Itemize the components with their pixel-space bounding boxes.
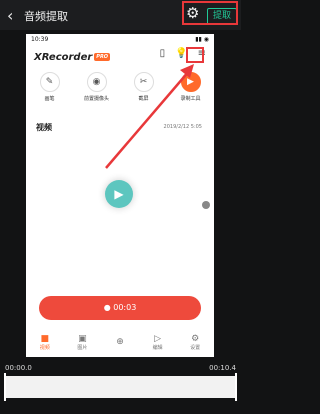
camera-icon: ◉ [86, 72, 107, 92]
record-time: 00:03 [113, 303, 137, 312]
highlight-box-menu [186, 47, 204, 63]
video-preview: 10:39 ▮▮ ◉ XRecorder PRO ▯ 💡 ≡ ✎ 画笔 ◉ 前置摄像头… [26, 34, 214, 357]
tool-camera: ◉ 前置摄像头 [79, 72, 115, 112]
nav-label: 设置 [190, 344, 201, 351]
app-logo: XRecorder PRO [34, 52, 111, 63]
timeline-handle-right[interactable] [235, 373, 237, 401]
record-bar: ● 00:03 [39, 296, 201, 320]
nav-item-add: ⊕ [106, 337, 134, 347]
settings-icon: ⚙ [191, 333, 200, 344]
app-name: XRecorder [34, 52, 93, 63]
tool-label: 截屏 [138, 96, 149, 102]
plus-icon: ⊕ [116, 337, 124, 347]
pro-badge: PRO [94, 53, 111, 61]
tool-screenshot: ✂ 截屏 [126, 72, 162, 112]
nav-label: 视频 [39, 344, 50, 351]
status-time: 10:39 [31, 36, 49, 43]
timeline: 00:00.0 00:10.4 [0, 360, 241, 414]
chevron-left-icon[interactable]: ‹ [7, 6, 13, 25]
edit-icon: ▷ [154, 333, 162, 344]
video-date: 2019/2/12 5:05 [163, 124, 202, 130]
record-icon: ▶ [180, 72, 201, 92]
phone-status-bar: 10:39 ▮▮ ◉ [26, 34, 214, 46]
screenshot-icon: ✂ [133, 72, 154, 92]
nav-label: 图片 [77, 344, 88, 351]
bottom-nav: ■ 视频 ▣ 图片 ⊕ ▷ 编辑 ⚙ 设置 [26, 327, 214, 357]
timeline-handle-left[interactable] [4, 373, 6, 401]
timeline-end: 00:10.4 [209, 364, 236, 372]
nav-item-edit: ▷ 编辑 [144, 334, 172, 351]
nav-item-settings: ⚙ 设置 [181, 334, 209, 351]
timeline-track[interactable] [4, 376, 237, 398]
tool-label: 画笔 [44, 96, 55, 102]
timeline-start: 00:00.0 [5, 364, 32, 372]
tool-label: 录制工具 [180, 96, 201, 102]
scroll-handle [202, 201, 210, 209]
tool-label: 前置摄像头 [83, 96, 109, 102]
brush-icon: ✎ [39, 72, 60, 92]
highlight-box-top [182, 1, 238, 25]
nav-item-image: ▣ 图片 [68, 334, 96, 351]
nav-label: 编辑 [152, 344, 163, 351]
page-title: 音频提取 [24, 10, 68, 23]
play-icon[interactable]: ▶ [105, 180, 133, 208]
tool-brush: ✎ 画笔 [32, 72, 68, 112]
file-icon: ▯ [159, 48, 166, 59]
toolbar: ✎ 画笔 ◉ 前置摄像头 ✂ 截屏 ▶ 录制工具 [26, 72, 214, 112]
tool-record: ▶ 录制工具 [173, 72, 209, 112]
status-icons: ▮▮ ◉ [195, 36, 209, 43]
section-title: 视频 [36, 123, 52, 132]
video-icon: ■ [40, 333, 50, 344]
image-icon: ▣ [78, 333, 87, 344]
nav-item-video: ■ 视频 [31, 334, 59, 351]
